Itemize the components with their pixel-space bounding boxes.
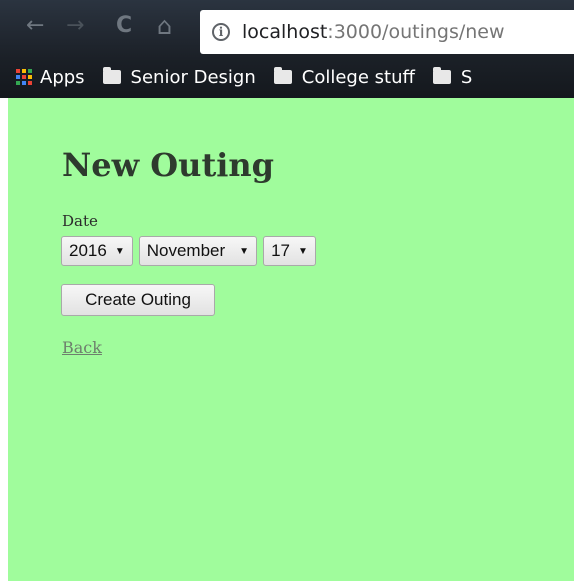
apps-grid-icon bbox=[16, 69, 32, 85]
dropdown-arrow-icon: ▼ bbox=[297, 245, 308, 257]
date-selects: 2016 ▼ November ▼ 17 ▼ bbox=[61, 236, 316, 266]
dropdown-arrow-icon: ▼ bbox=[114, 245, 125, 257]
bookmarks-bar: Apps Senior Design College stuff S bbox=[0, 62, 574, 92]
bookmark-senior-design[interactable]: Senior Design bbox=[102, 66, 256, 88]
reload-icon[interactable]: C bbox=[116, 14, 132, 38]
address-bar[interactable]: i localhost:3000/outings/new bbox=[200, 10, 574, 54]
month-select[interactable]: November ▼ bbox=[138, 236, 258, 266]
page-title: New Outing bbox=[62, 146, 275, 184]
date-label: Date bbox=[62, 212, 98, 230]
bookmark-college-stuff[interactable]: College stuff bbox=[273, 66, 415, 88]
bookmark-label: Senior Design bbox=[130, 66, 256, 88]
folder-icon bbox=[102, 67, 121, 84]
browser-toolbar: ← → C ⌂ i localhost:3000/outings/new App… bbox=[0, 0, 574, 98]
bookmark-label: S bbox=[460, 66, 473, 88]
month-value: November bbox=[146, 241, 226, 260]
day-value: 17 bbox=[271, 241, 290, 260]
bookmark-s[interactable]: S bbox=[432, 66, 473, 88]
url-path: :3000/outings/new bbox=[327, 21, 505, 43]
bookmark-apps[interactable]: Apps bbox=[16, 67, 85, 88]
create-outing-button[interactable]: Create Outing bbox=[61, 284, 215, 316]
day-select[interactable]: 17 ▼ bbox=[263, 236, 316, 266]
year-value: 2016 bbox=[69, 241, 107, 260]
dropdown-arrow-icon: ▼ bbox=[239, 245, 250, 257]
folder-icon bbox=[273, 67, 292, 84]
info-icon[interactable]: i bbox=[212, 23, 230, 41]
back-link[interactable]: Back bbox=[62, 338, 102, 357]
forward-arrow-icon[interactable]: → bbox=[66, 14, 84, 38]
home-icon[interactable]: ⌂ bbox=[157, 14, 172, 38]
folder-icon bbox=[432, 67, 451, 84]
back-arrow-icon[interactable]: ← bbox=[26, 14, 44, 38]
bookmark-label: Apps bbox=[40, 66, 85, 88]
bookmark-label: College stuff bbox=[301, 66, 415, 88]
url-host: localhost bbox=[242, 21, 328, 43]
year-select[interactable]: 2016 ▼ bbox=[61, 236, 133, 266]
page-content: New Outing Date 2016 ▼ November ▼ 17 ▼ C… bbox=[8, 98, 574, 581]
